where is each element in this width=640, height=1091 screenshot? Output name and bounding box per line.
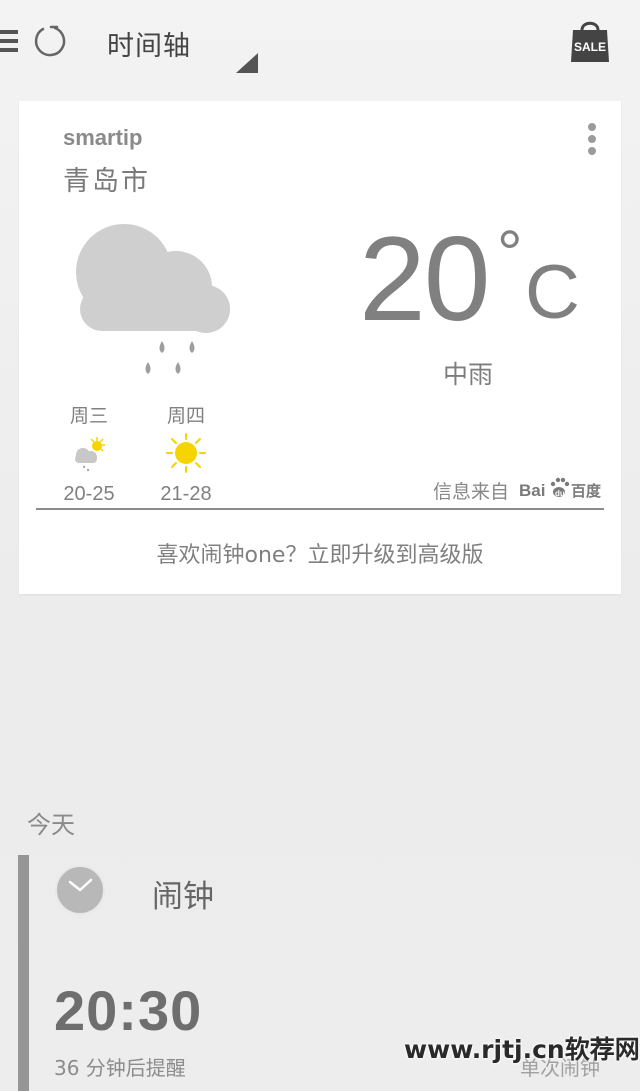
city-name: 青岛市 <box>63 166 150 197</box>
svg-text:du: du <box>555 489 565 498</box>
forecast-day-label: 周四 <box>166 405 205 427</box>
menu-icon[interactable] <box>0 30 18 52</box>
dropdown-corner-icon[interactable] <box>236 53 258 73</box>
forecast-day-2: 周四 21-28 <box>151 401 221 506</box>
svg-text:Bai: Bai <box>519 481 545 500</box>
celsius-letter: C <box>525 250 580 335</box>
weather-card[interactable]: smartip 青岛市 20 ° C 中雨 周三 20-25 周四 21-28 … <box>19 101 621 594</box>
page-title: 时间轴 <box>107 31 191 62</box>
sale-bag-icon[interactable]: SALE <box>570 18 610 64</box>
temperature-value: 20 <box>359 212 490 346</box>
top-bar: 时间轴 SALE <box>0 0 640 86</box>
site-watermark: www.rjtj.cn软荐网 <box>404 1035 640 1064</box>
baidu-logo-icon: Bai du 百度 <box>519 477 602 500</box>
forecast-temp-range: 20-25 <box>63 483 115 505</box>
rain-cloud-icon <box>76 224 230 374</box>
alarm-clock-icon <box>55 865 105 915</box>
more-options-icon[interactable] <box>585 123 599 159</box>
forecast-day-1: 周三 20-25 <box>54 401 124 506</box>
app-logo-icon[interactable] <box>33 24 67 58</box>
alarm-title[interactable]: 闹钟 <box>152 871 214 916</box>
weather-condition: 中雨 <box>443 360 494 389</box>
weather-app-name: smartip <box>63 125 143 150</box>
svg-text:百度: 百度 <box>571 482 602 500</box>
degree-symbol: ° <box>497 217 523 289</box>
partly-cloudy-icon <box>75 437 105 472</box>
section-today-label: 今天 <box>27 811 75 839</box>
alarm-remind-text: 36 分钟后提醒 <box>54 1056 186 1080</box>
upgrade-link[interactable]: 喜欢闹钟one？立即升级到高级版 <box>19 537 621 569</box>
forecast-temp-range: 21-28 <box>160 483 212 505</box>
data-source-label: 信息来自 <box>433 481 510 503</box>
forecast-day-label: 周三 <box>69 405 108 427</box>
card-divider <box>36 508 604 510</box>
alarm-time[interactable]: 20:30 <box>54 978 202 1043</box>
svg-text:SALE: SALE <box>574 40 606 54</box>
timeline-bar <box>18 855 29 1091</box>
sunny-icon <box>166 433 206 473</box>
